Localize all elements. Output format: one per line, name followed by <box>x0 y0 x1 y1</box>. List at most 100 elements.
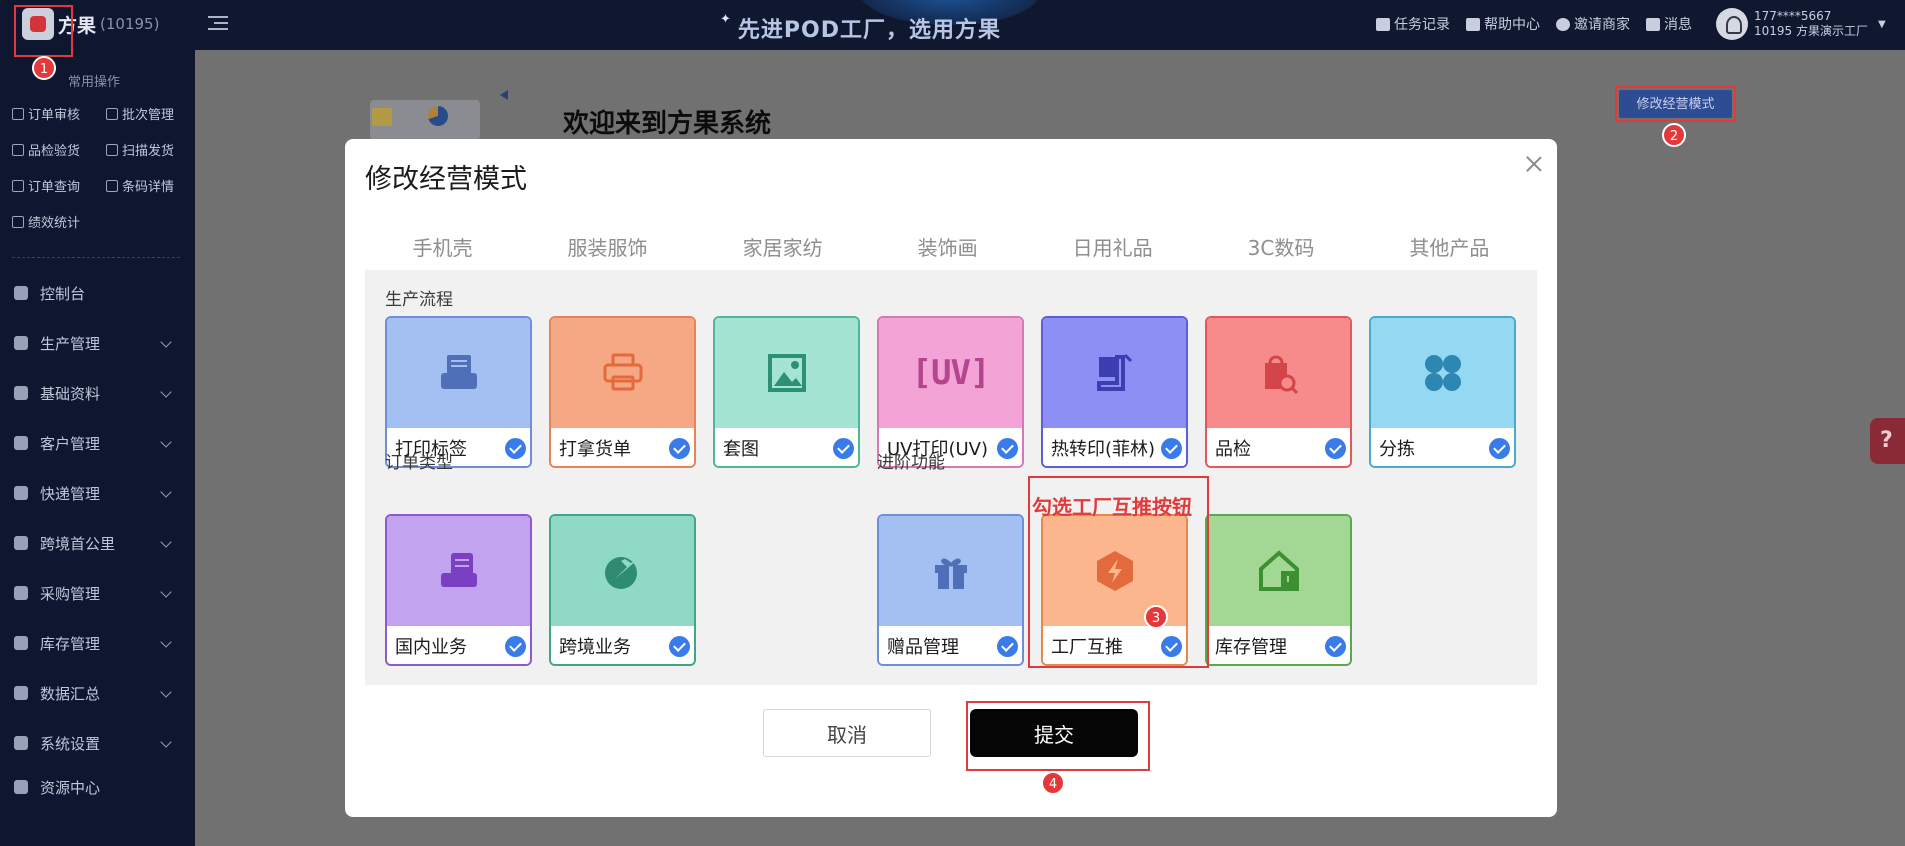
card-pick-list[interactable]: 打拿货单 <box>549 316 696 468</box>
card-heat-transfer[interactable]: 热转印(菲林) <box>1041 316 1188 468</box>
card-inventory[interactable]: 库存管理 <box>1205 514 1352 666</box>
chevron-down-icon <box>160 586 172 598</box>
welcome-title: 欢迎来到方果系统 <box>563 109 772 139</box>
quick-action-scan-ship[interactable]: 扫描发货 <box>106 140 192 159</box>
chevron-down-icon <box>160 336 172 348</box>
check-icon <box>669 636 690 657</box>
check-icon <box>1325 636 1346 657</box>
section-order-type-label: 订单类型 <box>385 453 453 473</box>
quick-action-barcode-detail[interactable]: 条码详情 <box>106 176 192 195</box>
sidebar-item-settings[interactable]: 系统设置 <box>0 718 195 768</box>
category-tabs: 手机壳 服装服饰 家居家纺 装饰画 日用礼品 3C数码 其他产品 <box>365 232 1537 261</box>
sidebar-item-label: 控制台 <box>40 284 86 303</box>
annotation-number: 3 <box>1144 605 1168 629</box>
help-float-icon[interactable]: ? <box>1870 418 1905 464</box>
sidebar-item-label: 采购管理 <box>40 584 101 603</box>
sidebar-item-resources[interactable]: 资源中心 <box>0 768 195 806</box>
quick-action-order-query[interactable]: 订单查询 <box>12 176 106 195</box>
quick-action-order-review[interactable]: 订单审核 <box>12 104 106 123</box>
close-icon[interactable] <box>1523 153 1545 175</box>
sidebar-item-inventory[interactable]: 库存管理 <box>0 618 195 668</box>
resource-icon <box>14 780 28 794</box>
cancel-button[interactable]: 取消 <box>763 709 931 757</box>
annotation-number: 4 <box>1041 771 1065 795</box>
card-cross-border[interactable]: 跨境业务 <box>549 514 696 666</box>
quick-actions: 订单审核 批次管理 品检验货 扫描发货 订单查询 条码详情 绩效统计 <box>12 104 192 231</box>
avatar <box>1716 8 1748 40</box>
chart-icon <box>14 686 28 700</box>
invite-merchant-link[interactable]: 邀请商家 <box>1556 14 1630 34</box>
chevron-down-icon <box>160 686 172 698</box>
sidebar-item-data-summary[interactable]: 数据汇总 <box>0 668 195 718</box>
caret-down-icon: ▼ <box>1878 18 1886 30</box>
card-uv-print[interactable]: [UV] UV打印(UV) <box>877 316 1024 468</box>
sidebar: 方果 (10195) 常用操作 订单审核 批次管理 品检验货 扫描发货 订单查询… <box>0 0 195 846</box>
check-icon <box>997 636 1018 657</box>
tab-apparel[interactable]: 服装服饰 <box>562 232 654 261</box>
sidebar-item-label: 生产管理 <box>40 334 101 353</box>
quick-action-quality-inspect[interactable]: 品检验货 <box>12 140 106 159</box>
card-mockup[interactable]: 套图 <box>713 316 860 468</box>
chevron-down-icon <box>160 736 172 748</box>
welcome-illustration <box>370 90 508 140</box>
sidebar-item-label: 系统设置 <box>40 734 101 753</box>
tab-3c-digital[interactable]: 3C数码 <box>1242 232 1321 261</box>
sidebar-item-label: 跨境首公里 <box>40 534 116 553</box>
card-print-label[interactable]: 打印标签 <box>385 316 532 468</box>
tab-other-products[interactable]: 其他产品 <box>1403 232 1495 261</box>
check-icon <box>997 438 1018 459</box>
check-icon <box>833 438 854 459</box>
check-icon <box>1161 438 1182 459</box>
menu-toggle-icon[interactable] <box>208 16 228 32</box>
card-sorting[interactable]: 分拣 <box>1369 316 1516 468</box>
sidebar-item-express[interactable]: 快递管理 <box>0 468 195 518</box>
annotation-hint: 勾选工厂互推按钮 <box>1032 495 1192 519</box>
globe-plane-icon <box>604 555 643 589</box>
card-quality-check[interactable]: 品检 <box>1205 316 1352 468</box>
sparkle-icon: ✦ <box>720 12 732 27</box>
sidebar-item-label: 基础资料 <box>40 384 101 403</box>
gift-icon <box>934 558 967 589</box>
sidebar-item-basic-data[interactable]: 基础资料 <box>0 368 195 418</box>
user-menu[interactable]: 177****5667 10195 方果演示工厂 ▼ <box>1716 8 1886 40</box>
top-bar: ✦ 先进POD工厂，选用方果 任务记录 帮助中心 邀请商家 消息 177****5… <box>195 0 1905 50</box>
quick-action-batch-manage[interactable]: 批次管理 <box>106 104 192 123</box>
sidebar-divider <box>12 257 180 258</box>
help-icon <box>1466 17 1480 31</box>
invite-merchant-label: 邀请商家 <box>1574 17 1630 33</box>
tab-daily-gifts[interactable]: 日用礼品 <box>1067 232 1159 261</box>
modal-title: 修改经营模式 <box>365 164 527 195</box>
sidebar-item-purchase[interactable]: 采购管理 <box>0 568 195 618</box>
sidebar-item-dashboard[interactable]: 控制台 <box>0 268 195 318</box>
tab-phone-case[interactable]: 手机壳 <box>407 232 479 261</box>
quick-action-performance[interactable]: 绩效统计 <box>12 212 106 231</box>
uv-icon: [UV] <box>911 353 991 393</box>
printer-icon <box>603 353 642 391</box>
section-production-label: 生产流程 <box>385 290 453 310</box>
invite-icon <box>1556 17 1570 31</box>
sidebar-item-customer[interactable]: 客户管理 <box>0 418 195 468</box>
check-icon <box>505 636 526 657</box>
chevron-down-icon <box>160 436 172 448</box>
annotation-box-mode-button <box>1615 86 1736 122</box>
card-gift[interactable]: 赠品管理 <box>877 514 1024 666</box>
sidebar-item-label: 快递管理 <box>40 484 101 503</box>
customer-icon <box>14 436 28 450</box>
sidebar-item-label: 客户管理 <box>40 434 101 453</box>
tab-home-textile[interactable]: 家居家纺 <box>737 232 829 261</box>
label-printer-icon <box>440 355 477 389</box>
sidebar-item-production[interactable]: 生产管理 <box>0 318 195 368</box>
task-record-link[interactable]: 任务记录 <box>1376 14 1450 34</box>
message-link[interactable]: 消息 <box>1646 14 1692 34</box>
sidebar-item-first-mile[interactable]: 跨境首公里 <box>0 518 195 568</box>
card-domestic[interactable]: 国内业务 <box>385 514 532 666</box>
common-actions-title: 常用操作 <box>68 75 121 90</box>
production-icon <box>14 336 28 350</box>
options-panel: 生产流程 打印标签 打拿货单 套图 [UV] UV打印(UV) 热转印(菲林) <box>365 270 1537 685</box>
message-label: 消息 <box>1664 17 1692 33</box>
brand-code: (10195) <box>100 15 160 33</box>
chevron-down-icon <box>160 486 172 498</box>
tab-decor-painting[interactable]: 装饰画 <box>912 232 984 261</box>
sidebar-item-label: 数据汇总 <box>40 684 101 703</box>
help-center-link[interactable]: 帮助中心 <box>1466 14 1540 34</box>
